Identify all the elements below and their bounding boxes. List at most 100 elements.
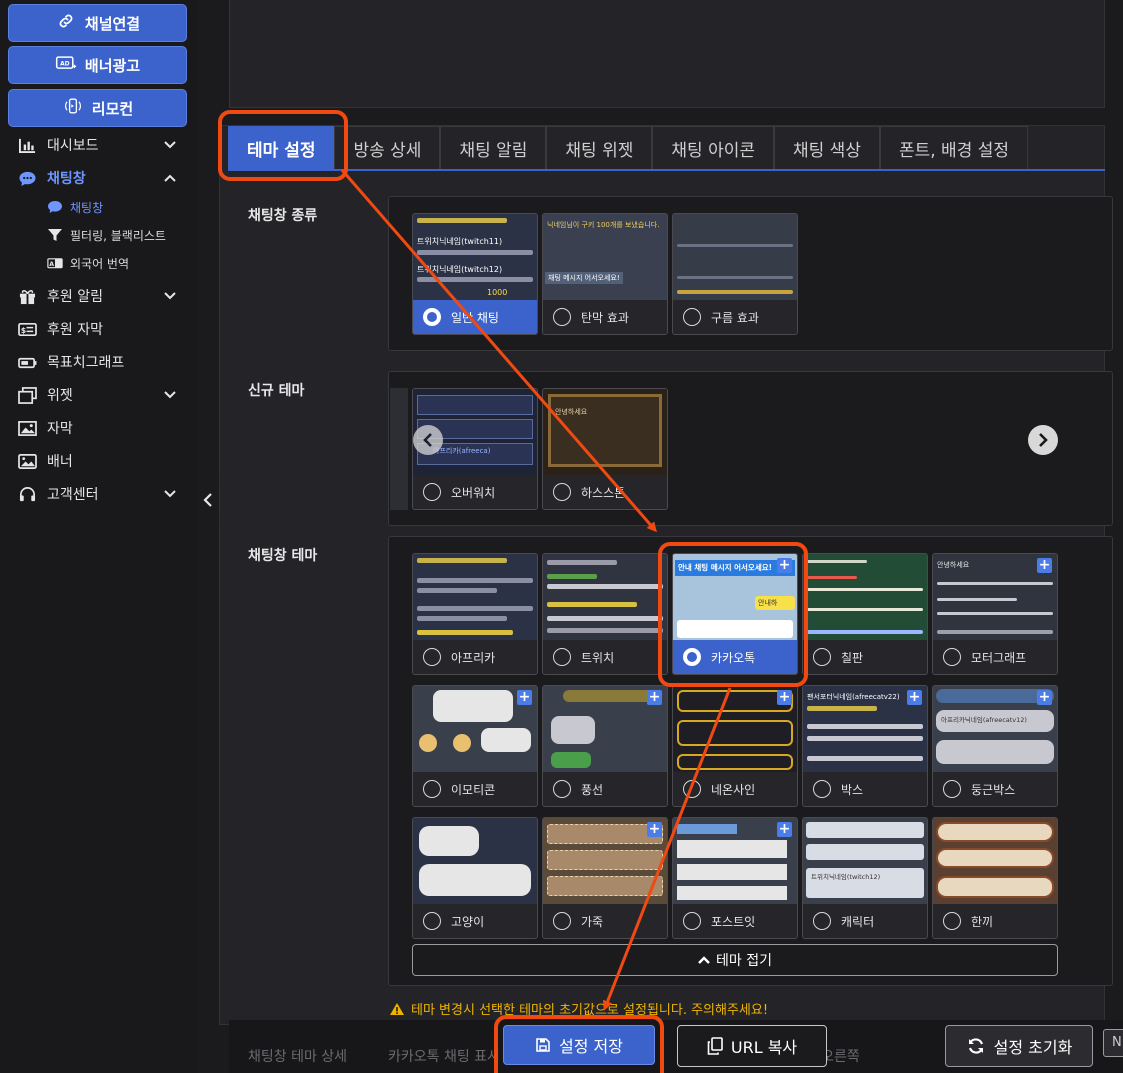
add-theme-icon[interactable]: +	[1037, 690, 1052, 705]
add-theme-icon[interactable]: +	[777, 690, 792, 705]
theme-option-kakaotalk[interactable]: 안내 채팅 메시지 어서오세요! 안내하 + 카카오톡	[672, 553, 798, 675]
carousel-prev-button[interactable]	[413, 425, 443, 455]
remote-label: 리모컨	[91, 99, 134, 118]
theme-warning: 테마 변경시 선택한 테마의 초기값으로 설정됩니다. 주의해주세요!	[389, 999, 768, 1018]
radio-button[interactable]	[423, 648, 441, 666]
remote-button[interactable]: 리모컨	[8, 89, 187, 127]
theme-option-balloon[interactable]: + 풍선	[542, 685, 668, 807]
theme-option-round-box[interactable]: 아프리카닉네임(afreecatv12) + 둥근박스	[932, 685, 1058, 807]
radio-button[interactable]	[943, 912, 961, 930]
radio-button[interactable]	[683, 780, 701, 798]
theme-option-twitch[interactable]: 트위치	[542, 553, 668, 675]
radio-button[interactable]	[813, 912, 831, 930]
radio-button[interactable]	[553, 648, 571, 666]
add-theme-icon[interactable]: +	[1037, 558, 1052, 573]
radio-button[interactable]	[423, 483, 441, 501]
option-footer: 이모티콘	[413, 772, 537, 806]
radio-button[interactable]	[943, 648, 961, 666]
option-footer: 아프리카	[413, 640, 537, 674]
chat-type-option-cloud[interactable]: 구름 효과	[672, 213, 798, 335]
radio-button[interactable]	[553, 483, 571, 501]
sidebar-item-donation-alert[interactable]: 후원 알림	[0, 282, 197, 310]
radio-button[interactable]	[423, 780, 441, 798]
radio-button[interactable]	[813, 780, 831, 798]
theme-option-postit[interactable]: + 포스트잇	[672, 817, 798, 939]
sidebar-item-caption[interactable]: 자막	[0, 414, 197, 442]
subitem-chat[interactable]: 채팅창	[47, 195, 103, 219]
radio-button[interactable]	[423, 308, 441, 326]
carousel-next-button[interactable]	[1028, 425, 1058, 455]
radio-button[interactable]	[423, 912, 441, 930]
radio-button[interactable]	[683, 912, 701, 930]
add-theme-icon[interactable]: +	[647, 690, 662, 705]
subitem-label: 채팅창	[70, 200, 104, 215]
sidebar-item-dashboard[interactable]: 대시보드	[0, 131, 197, 159]
chevron-up-icon	[164, 174, 176, 182]
subitem-filter-blacklist[interactable]: 필터링, 블랙리스트	[47, 223, 166, 247]
tab-theme-settings[interactable]: 테마 설정	[228, 126, 335, 170]
radio-button[interactable]	[553, 308, 571, 326]
copy-url-button[interactable]: URL 복사	[677, 1025, 827, 1067]
chat-type-option-tanmak[interactable]: 닉네임님이 구키 100개를 보냈습니다. 채팅 메시지 어서오세요! 탄막 효…	[542, 213, 668, 335]
add-theme-icon[interactable]: +	[907, 690, 922, 705]
new-theme-option-hearthstone[interactable]: 안녕하세요 하스스톤	[542, 388, 668, 510]
theme-option-cat[interactable]: 고양이	[412, 817, 538, 939]
add-theme-icon[interactable]: +	[517, 690, 532, 705]
preview-text: 아프리카(afreeca)	[433, 447, 491, 455]
tab-chat-color[interactable]: 채팅 색상	[774, 126, 880, 170]
subitem-translate[interactable]: A 외국어 번역	[47, 251, 129, 275]
theme-option-emoticon[interactable]: + 이모티콘	[412, 685, 538, 807]
add-theme-icon[interactable]: +	[647, 822, 662, 837]
option-label: 탄막 효과	[581, 310, 629, 325]
option-label: 포스트잇	[711, 914, 756, 929]
tab-chat-icon[interactable]: 채팅 아이콘	[652, 126, 774, 170]
svg-text:AD: AD	[60, 62, 70, 68]
sidebar-collapse-toggle[interactable]	[197, 472, 219, 528]
chevron-down-icon	[164, 490, 176, 498]
sidebar-item-donation-caption[interactable]: $ 후원 자막	[0, 315, 197, 343]
sidebar-item-banner[interactable]: 배너	[0, 447, 197, 475]
theme-option-character[interactable]: 트위치닉네임(twitch12) 캐릭터	[802, 817, 928, 939]
fold-theme-button[interactable]: 테마 접기	[412, 944, 1058, 976]
tab-chat-widget[interactable]: 채팅 위젯	[546, 126, 653, 170]
theme-option-leather[interactable]: + 가죽	[542, 817, 668, 939]
tab-chat-alert[interactable]: 채팅 알림	[440, 126, 547, 170]
tab-font-background[interactable]: 폰트, 배경 설정	[879, 126, 1029, 170]
theme-option-box[interactable]: 팬서포터닉네임(afreecatv22) + 박스	[802, 685, 928, 807]
add-theme-icon[interactable]: +	[777, 558, 792, 573]
option-label: 하스스톤	[581, 485, 626, 500]
subitem-label: 필터링, 블랙리스트	[70, 228, 166, 243]
theme-option-neon[interactable]: + 네온사인	[672, 685, 798, 807]
sidebar-item-label: 대시보드	[47, 138, 99, 154]
banner-ad-button[interactable]: AD 배너광고	[8, 46, 187, 84]
radio-button[interactable]	[683, 648, 701, 666]
radio-button[interactable]	[943, 780, 961, 798]
remote-icon	[62, 97, 84, 119]
radio-button[interactable]	[683, 308, 701, 326]
headset-icon	[17, 485, 37, 503]
radio-button[interactable]	[553, 912, 571, 930]
tab-broadcast-detail[interactable]: 방송 상세	[334, 126, 441, 170]
theme-preview	[803, 554, 927, 640]
option-label: 카카오톡	[711, 650, 756, 665]
channel-connect-button[interactable]: 채널연결	[8, 4, 187, 42]
theme-option-blackboard[interactable]: 칠판	[802, 553, 928, 675]
save-settings-button[interactable]: 설정 저장	[503, 1025, 655, 1065]
radio-button[interactable]	[553, 780, 571, 798]
chat-type-option-general[interactable]: 트위치닉네임(twitch11) 트위치닉네임(twitch12) 1000 일…	[412, 213, 538, 335]
sidebar-item-support[interactable]: 고객센터	[0, 480, 197, 508]
theme-option-motorgraph[interactable]: 안녕하세요 + 모터그래프	[932, 553, 1058, 675]
sidebar-item-widget[interactable]: 위젯	[0, 381, 197, 409]
sidebar-item-goal-graph[interactable]: 목표치그래프	[0, 348, 197, 376]
partial-edge-button[interactable]: N	[1103, 1029, 1123, 1057]
money-icon: $	[17, 320, 37, 338]
theme-option-afreeca[interactable]: 아프리카	[412, 553, 538, 675]
reset-settings-button[interactable]: 설정 초기화	[945, 1025, 1093, 1067]
add-theme-icon[interactable]: +	[777, 822, 792, 837]
theme-option-hankki[interactable]: 한끼	[932, 817, 1058, 939]
sidebar-item-chat[interactable]: 채팅창	[0, 164, 197, 192]
option-footer: 오버워치	[413, 475, 537, 509]
svg-text:$: $	[20, 325, 25, 334]
radio-button[interactable]	[813, 648, 831, 666]
option-label: 이모티콘	[451, 782, 496, 797]
